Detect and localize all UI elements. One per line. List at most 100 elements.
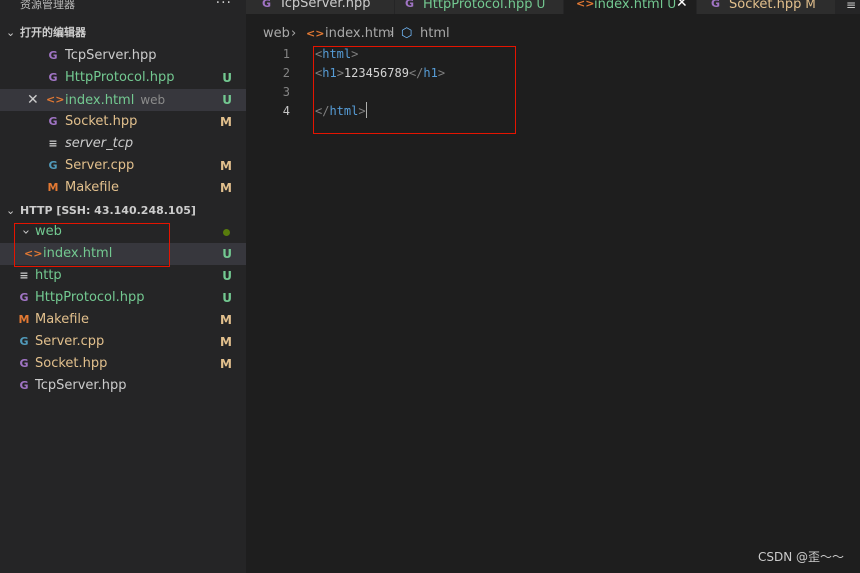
tree-item-label: TcpServer.hpp — [35, 378, 127, 393]
workspace-title: HTTP [SSH: 43.140.248.105] — [20, 204, 196, 217]
open-editor-filename: index.html — [65, 93, 135, 108]
tab-overflow-icon[interactable]: ≡ — [846, 0, 860, 14]
editor-tab-bar: G TcpServer.hpp G HttpProtocol.hpp U <> i… — [246, 0, 860, 14]
cpp-file-icon: G — [19, 357, 29, 370]
git-status-badge: M — [220, 115, 232, 129]
makefile-icon: M — [47, 181, 59, 194]
open-editor-item-makefile[interactable]: M Makefile M — [0, 177, 246, 199]
tab-tcpserver[interactable]: G TcpServer.hpp — [246, 0, 394, 14]
open-editor-item-server-cpp[interactable]: G Server.cpp M — [0, 155, 246, 177]
open-editor-label: index.html web — [65, 89, 165, 112]
close-icon[interactable]: ✕ — [27, 89, 39, 111]
tab-socket[interactable]: G Socket.hpp M — [697, 0, 835, 14]
open-editor-folder-desc: web — [140, 93, 166, 107]
chevron-down-icon: ⌄ — [6, 204, 16, 217]
git-status-badge: U — [222, 269, 232, 283]
cpp-file-icon: G — [48, 159, 58, 172]
tab-label: HttpProtocol.hpp U — [423, 0, 545, 11]
open-editor-item-index-html[interactable]: ✕ <> index.html web U — [0, 89, 246, 111]
cpp-file-icon: G — [48, 115, 58, 128]
line-number: 2 — [282, 66, 290, 80]
close-icon[interactable]: ✕ — [676, 0, 688, 10]
open-editor-label: Socket.hpp — [65, 114, 138, 129]
text-file-icon: ≡ — [48, 137, 58, 150]
explorer-title: 资源管理器 — [20, 0, 75, 11]
html-file-icon: <> — [46, 93, 65, 106]
tab-filename: HttpProtocol.hpp — [423, 0, 533, 12]
cpp-file-icon: G — [711, 0, 721, 10]
chevron-right-icon: › — [389, 26, 395, 41]
tree-item-label: Socket.hpp — [35, 356, 108, 371]
explorer-title-bar: 资源管理器 ··· — [0, 0, 246, 14]
git-status-badge: M — [220, 313, 232, 327]
open-editor-label: Makefile — [65, 180, 120, 195]
tree-item-label: http — [35, 268, 62, 283]
tab-label: index.html U — [594, 0, 676, 11]
open-editor-label: Server.cpp — [65, 158, 135, 173]
breadcrumb-symbol[interactable]: html — [420, 24, 450, 44]
git-status-badge: M — [220, 357, 232, 371]
line-number: 1 — [282, 47, 290, 61]
symbol-cube-icon: ⬡ — [401, 26, 413, 41]
chevron-right-icon: › — [291, 26, 297, 41]
tree-file-socket[interactable]: G Socket.hpp M — [0, 353, 246, 375]
tree-item-label: Makefile — [35, 312, 90, 327]
cpp-file-icon: G — [19, 291, 29, 304]
code-editor[interactable]: 1 <html> 2 <h1>123456789</h1> 3 4 </html… — [246, 44, 860, 573]
open-editor-label: server_tcp — [65, 136, 134, 151]
git-status-badge: M — [805, 0, 816, 11]
open-editor-label: HttpProtocol.hpp — [65, 70, 175, 85]
git-status-badge: U — [222, 93, 232, 107]
cpp-file-icon: G — [19, 379, 29, 392]
open-editors-title: 打开的编辑器 — [20, 26, 86, 39]
open-editors-header[interactable]: ⌄ 打开的编辑器 — [0, 22, 246, 44]
tree-item-label: HttpProtocol.hpp — [35, 290, 145, 305]
breadcrumb-file[interactable]: index.html — [325, 24, 394, 44]
tab-filename: Socket.hpp — [729, 0, 802, 12]
git-status-badge: M — [220, 159, 232, 173]
watermark: CSDN @歪～～ — [757, 550, 844, 564]
tree-file-http[interactable]: ≡ http U — [0, 265, 246, 287]
line-number: 4 — [282, 104, 290, 118]
open-editor-label: TcpServer.hpp — [65, 48, 157, 63]
html-file-icon: <> — [306, 27, 325, 40]
cpp-file-icon: G — [48, 49, 58, 62]
cpp-file-icon: G — [48, 71, 58, 84]
line-number: 3 — [282, 85, 290, 99]
workspace-header[interactable]: ⌄ HTTP [SSH: 43.140.248.105] — [0, 200, 246, 222]
tab-httpprotocol[interactable]: G HttpProtocol.hpp U — [395, 0, 563, 14]
git-status-badge: U — [222, 71, 232, 85]
html-file-icon: <> — [576, 0, 595, 10]
git-status-badge: U — [536, 0, 546, 11]
more-actions-icon[interactable]: ··· — [216, 0, 232, 10]
tab-filename: index.html — [594, 0, 664, 12]
tab-index-html[interactable]: <> index.html U ✕ — [564, 0, 696, 14]
tab-label: Socket.hpp M — [729, 0, 816, 11]
makefile-icon: M — [18, 313, 30, 326]
open-editor-item-httpprotocol[interactable]: G HttpProtocol.hpp U — [0, 67, 246, 89]
tree-file-server-cpp[interactable]: G Server.cpp M — [0, 331, 246, 353]
tree-file-tcpserver[interactable]: G TcpServer.hpp — [0, 375, 246, 397]
annotation-box-tree — [14, 223, 170, 267]
git-status-badge: M — [220, 335, 232, 349]
explorer-sidebar: 资源管理器 ··· ⌄ 打开的编辑器 G TcpServer.hpp G Htt… — [0, 0, 246, 573]
git-status-badge: U — [667, 0, 677, 11]
tab-label: TcpServer.hpp — [279, 0, 371, 11]
text-file-icon: ≡ — [19, 269, 29, 282]
cpp-file-icon: G — [262, 0, 272, 10]
tree-item-label: Server.cpp — [35, 334, 105, 349]
git-status-badge: U — [222, 291, 232, 305]
tree-file-makefile[interactable]: M Makefile M — [0, 309, 246, 331]
open-editor-item-tcpserver[interactable]: G TcpServer.hpp — [0, 45, 246, 67]
git-status-badge: M — [220, 181, 232, 195]
tree-file-httpprotocol[interactable]: G HttpProtocol.hpp U — [0, 287, 246, 309]
cpp-file-icon: G — [405, 0, 415, 10]
open-editor-item-socket[interactable]: G Socket.hpp M — [0, 111, 246, 133]
git-status-badge: U — [222, 247, 232, 261]
breadcrumb-folder[interactable]: web — [263, 24, 290, 44]
chevron-down-icon: ⌄ — [6, 26, 16, 39]
annotation-box-code — [313, 46, 516, 134]
modified-dot-icon — [223, 229, 230, 236]
cpp-file-icon: G — [19, 335, 29, 348]
open-editor-item-server-tcp[interactable]: ≡ server_tcp — [0, 133, 246, 155]
